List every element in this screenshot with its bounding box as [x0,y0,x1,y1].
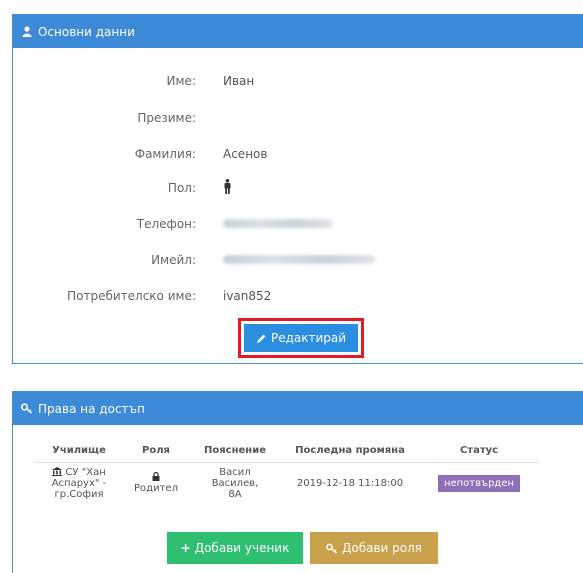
add-student-label: Добави ученик [194,541,290,555]
access-rights-title: Права на достъп [38,401,145,416]
last-name-value: Асенов [223,147,268,161]
gender-label: Пол: [167,181,196,195]
note-line2: 8А [228,488,242,500]
access-rights-panel: Права на достъп Училище Роля Пояснение П… [12,391,583,573]
field-row-first-name: Име: Иван [13,71,583,91]
access-rights-table: Училище Роля Пояснение Последна промяна … [35,440,539,504]
first-name-value: Иван [223,74,255,88]
table-header-row: Училище Роля Пояснение Последна промяна … [35,440,539,463]
status-cell: непотвърден [419,462,539,504]
phone-value-redacted [223,217,333,231]
basic-data-header: Основни данни [13,15,583,48]
table-row: СУ "Хан Аспарух" - гр.София Родител Васи… [35,462,539,504]
column-status: Статус [419,440,539,463]
edit-button-highlight: Редактирай [238,318,364,358]
field-row-gender: Пол: [13,178,583,198]
role-value: Родител [134,483,178,494]
school-name-line2: Аспарух" - [51,477,107,489]
edit-button-label: Редактирай [270,331,347,345]
male-icon [223,179,232,197]
column-role: Роля [123,440,189,463]
pencil-icon [256,334,266,343]
field-row-phone: Телефон: [13,214,583,234]
middle-name-label: Презиме: [137,111,196,125]
field-row-email: Имейл: [13,250,583,270]
add-role-button[interactable]: Добави роля [310,532,438,564]
add-student-button[interactable]: + Добави ученик [167,532,303,564]
phone-label: Телефон: [136,217,196,231]
column-last-change: Последна промяна [281,440,419,463]
edit-button[interactable]: Редактирай [244,324,358,352]
note-line1: Васил Василев, [211,466,259,489]
email-value-redacted [223,253,375,267]
access-rights-header: Права на достъп [13,392,583,425]
note-cell: Васил Василев, 8А [189,462,281,504]
basic-data-panel: Основни данни Име: Иван Презиме: Фамилия… [12,14,583,364]
status-badge: непотвърден [437,474,521,492]
key-icon-small [326,543,337,554]
column-note: Пояснение [189,440,281,463]
username-label: Потребителско име: [67,289,196,303]
field-row-last-name: Фамилия: Асенов [13,144,583,164]
last-change-value: 2019-12-18 11:18:00 [296,477,404,489]
username-value: ivan852 [223,289,272,303]
field-row-middle-name: Презиме: [13,108,583,128]
add-role-label: Добави роля [341,541,422,555]
email-label: Имейл: [151,253,196,267]
padlock-icon [152,471,160,481]
school-name-line3: гр.София [54,488,104,500]
key-icon [21,403,33,415]
school-building-icon [52,466,63,476]
basic-data-title: Основни данни [38,24,135,39]
role-cell: Родител [123,462,189,504]
plus-icon: + [180,541,191,555]
school-name-line1: СУ "Хан [65,466,106,478]
first-name-label: Име: [166,74,196,88]
column-school: Училище [35,440,123,463]
last-name-label: Фамилия: [134,147,196,161]
field-row-username: Потребителско име: ivan852 [13,286,583,306]
school-cell: СУ "Хан Аспарух" - гр.София [35,462,123,504]
user-icon [21,26,33,38]
